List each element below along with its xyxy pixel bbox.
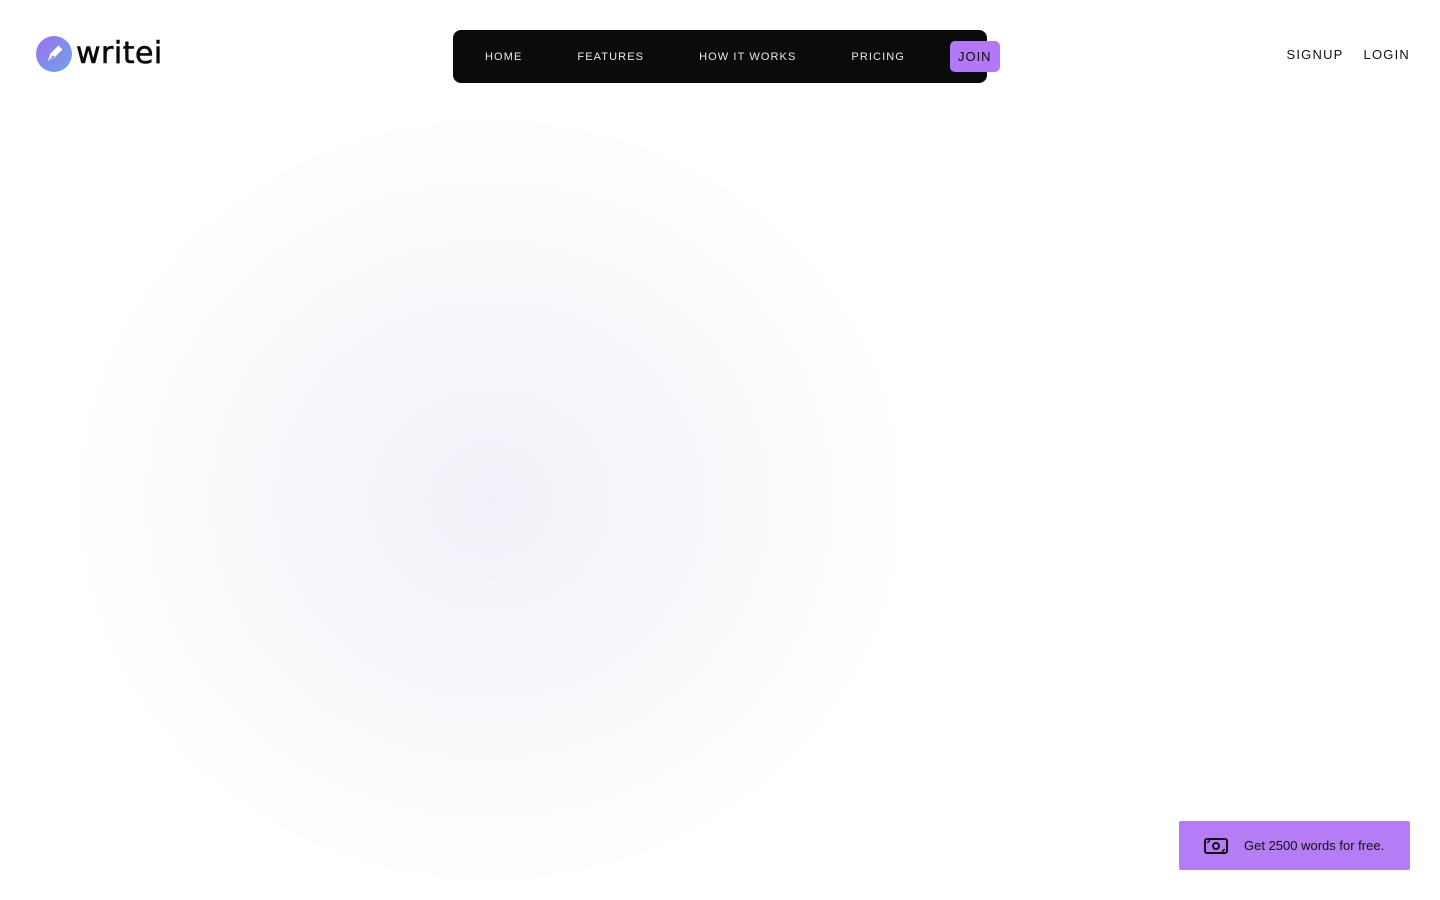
pen-nib-logo-icon	[36, 36, 72, 72]
brand-logo-link[interactable]: writei	[36, 36, 163, 72]
cash-icon	[1204, 837, 1228, 854]
nav-features-link[interactable]: FEATURES	[577, 51, 644, 63]
nav-home-link[interactable]: HOME	[485, 51, 522, 63]
hero-background-glow	[80, 120, 900, 880]
brand-name: writei	[76, 36, 163, 72]
nav-how-it-works-link[interactable]: HOW IT WORKS	[699, 51, 796, 63]
landing-page: writei HOME FEATURES HOW IT WORKS PRICIN…	[0, 0, 1440, 900]
free-words-promo-button[interactable]: Get 2500 words for free.	[1179, 821, 1410, 870]
auth-links: SIGNUP LOGIN	[1286, 47, 1410, 62]
login-link[interactable]: LOGIN	[1364, 47, 1410, 62]
promo-text: Get 2500 words for free.	[1244, 838, 1385, 853]
signup-link[interactable]: SIGNUP	[1286, 47, 1343, 62]
nav-pricing-link[interactable]: PRICING	[851, 51, 905, 63]
main-nav: HOME FEATURES HOW IT WORKS PRICING JOIN	[453, 30, 1000, 83]
join-button[interactable]: JOIN	[949, 41, 1000, 72]
